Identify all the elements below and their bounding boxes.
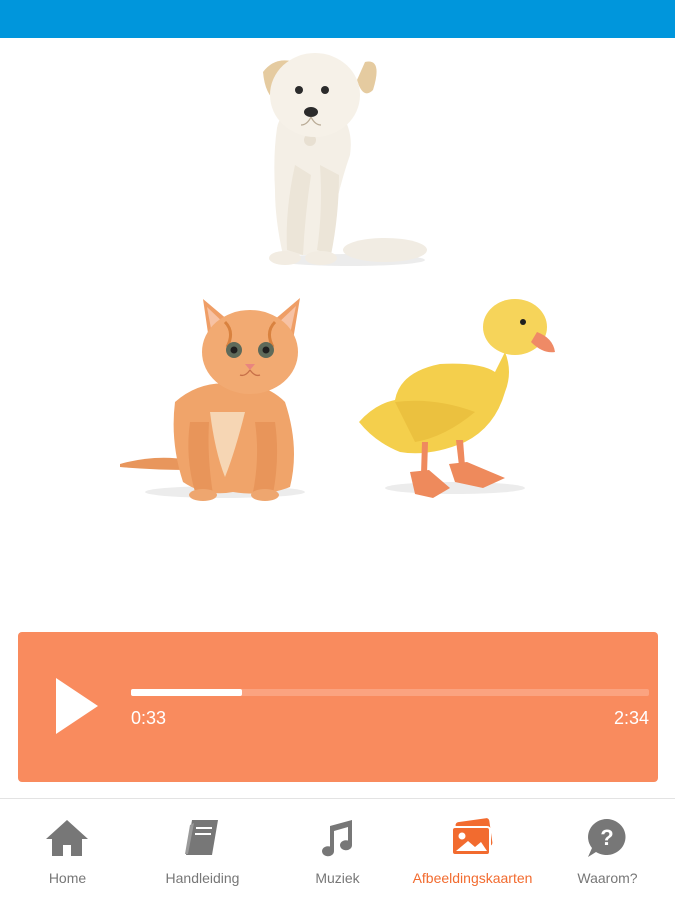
audio-player: 0:33 2:34 [18,632,658,782]
image-cards-icon [451,818,493,856]
current-time: 0:33 [131,708,167,728]
tab-home[interactable]: Home [0,799,135,901]
home-icon [46,820,88,856]
tab-waarom-label: Waarom? [577,870,638,886]
question-bubble-icon: ? [588,819,626,857]
puppy-image [263,53,427,266]
tab-waarom[interactable]: ? Waarom? [540,799,675,901]
tab-muziek-label: Muziek [315,870,360,886]
tab-afbeeldingskaarten-label: Afbeeldingskaarten [412,870,533,886]
music-note-icon [322,820,353,857]
kitten-image [120,298,305,501]
play-button[interactable] [52,676,102,736]
total-time: 2:34 [613,708,649,728]
duckling-image [359,299,555,498]
play-icon [56,678,98,734]
progress-track[interactable] [131,689,649,696]
tab-afbeeldingskaarten[interactable]: Afbeeldingskaarten [405,799,540,901]
progress-fill [131,689,242,696]
tab-muziek[interactable]: Muziek [270,799,405,901]
book-icon [185,820,218,855]
tab-home-label: Home [48,870,87,886]
tab-handleiding-label: Handleiding [165,870,240,886]
svg-text:?: ? [600,825,613,850]
tab-handleiding[interactable]: Handleiding [135,799,270,901]
top-bar [0,0,675,38]
bottom-tab-bar: Home Handleiding Muziek Afbeeldingskaart… [0,798,675,901]
